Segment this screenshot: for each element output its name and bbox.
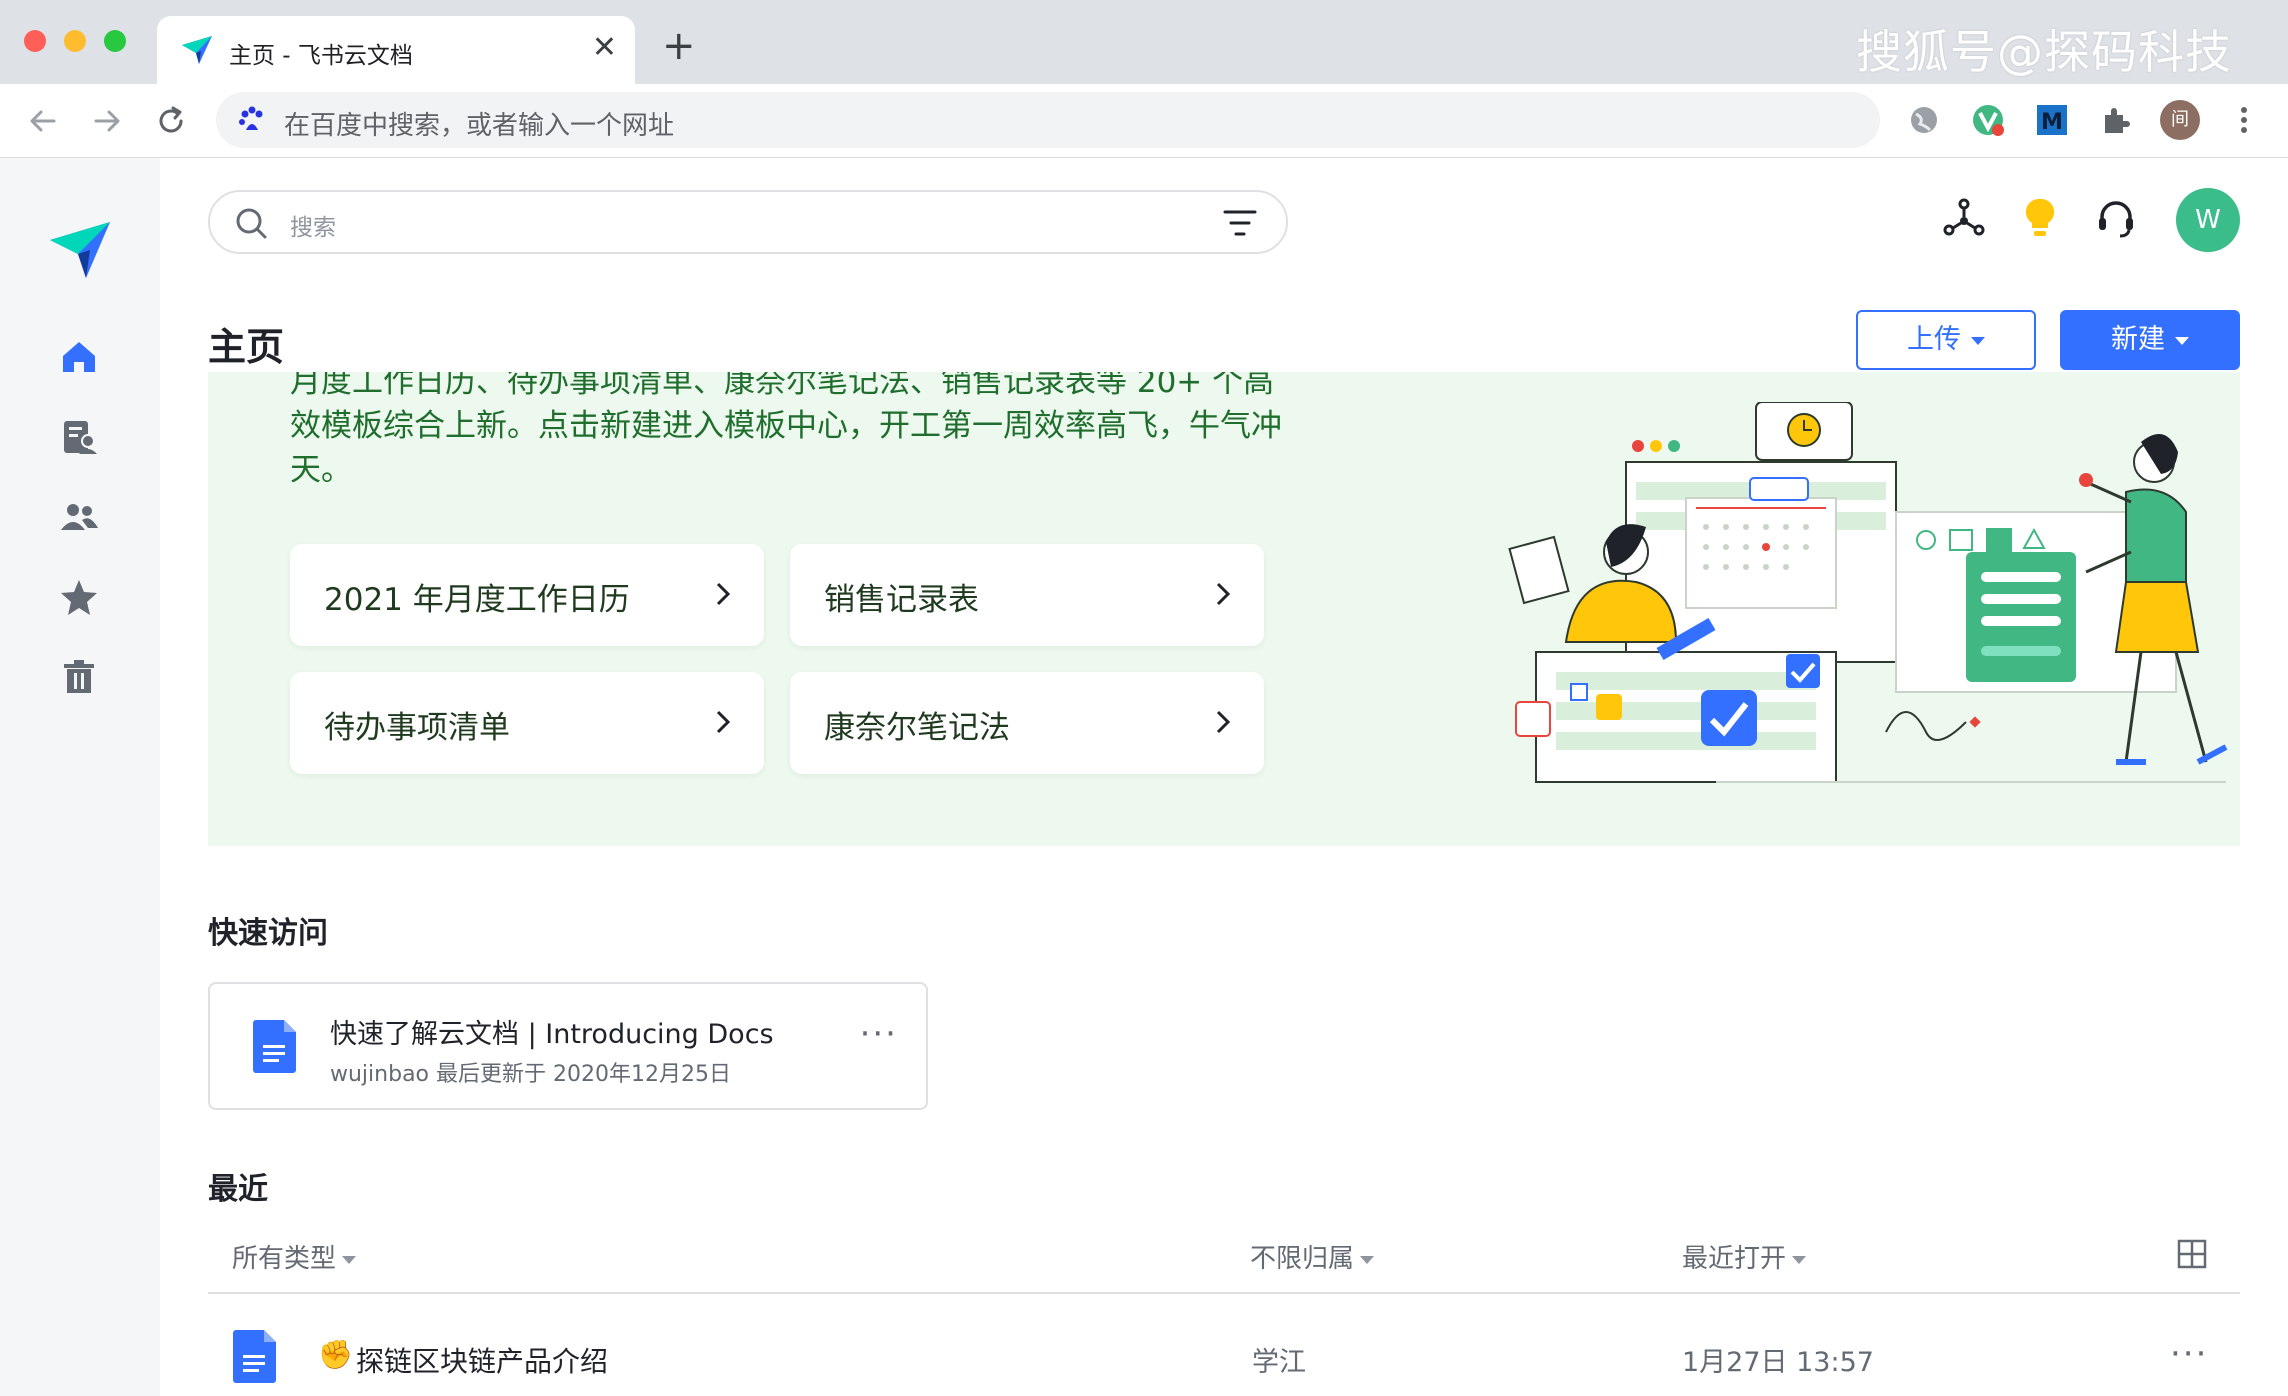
markdown-extension-icon[interactable]: M [2032, 100, 2072, 140]
shared-docs-icon[interactable] [58, 416, 100, 458]
recent-doc-name[interactable]: 探链区块链产品介绍 [356, 1340, 608, 1380]
profile-avatar[interactable]: 间 [2160, 100, 2200, 140]
chevron-right-icon [716, 582, 731, 606]
filter-type-dropdown[interactable]: 所有类型 [232, 1238, 357, 1275]
quick-access-title: 快速访问 [208, 916, 328, 951]
knowledge-graph-icon[interactable] [1940, 194, 1988, 242]
chevron-right-icon [1216, 582, 1231, 606]
home-icon[interactable] [58, 336, 100, 378]
new-dropdown-icon [2175, 336, 2189, 345]
template-card-todo[interactable]: 待办事项清单 [290, 672, 764, 774]
more-options-icon[interactable]: ··· [860, 1014, 898, 1054]
vue-devtools-extension-icon[interactable] [1968, 100, 2008, 140]
filter-type-label: 所有类型 [232, 1244, 337, 1274]
template-card-label: 销售记录表 [824, 582, 979, 618]
team-icon[interactable] [58, 496, 100, 538]
template-banner: 月度工作日历、待办事项清单、康奈尔笔记法、销售记录表等 20+ 个高效模板综合上… [208, 372, 2240, 846]
grid-view-icon[interactable] [2176, 1238, 2208, 1270]
reload-icon[interactable] [152, 102, 190, 140]
browser-menu-icon[interactable] [2224, 100, 2264, 140]
upload-button[interactable]: 上传 [1856, 310, 2036, 370]
sort-dropdown[interactable]: 最近打开 [1682, 1238, 1807, 1275]
chevron-down-icon [1792, 1255, 1807, 1264]
template-card-calendar[interactable]: 2021 年月度工作日历 [290, 544, 764, 646]
tab-close-icon[interactable]: ✕ [592, 30, 617, 65]
template-card-cornell[interactable]: 康奈尔笔记法 [790, 672, 1264, 774]
page-title: 主页 [208, 325, 285, 369]
new-tab-button[interactable]: + [662, 26, 696, 66]
feishu-logo-icon [182, 36, 212, 64]
quick-access-doc-title: 快速了解云文档 | Introducing Docs [330, 1019, 774, 1050]
tab-title: 主页 - 飞书云文档 [229, 43, 413, 69]
favorites-star-icon[interactable] [58, 576, 100, 618]
baidu-icon [239, 106, 263, 130]
chevron-right-icon [716, 710, 731, 734]
upload-button-label: 上传 [1907, 324, 1961, 355]
watermark: 搜狐号@探码科技 [1856, 25, 2232, 79]
doc-file-icon [253, 1020, 296, 1073]
help-headset-icon[interactable] [2092, 194, 2140, 242]
feishu-docs-logo-icon[interactable] [46, 216, 114, 284]
recent-doc-owner: 学江 [1252, 1347, 1306, 1378]
recent-title: 最近 [208, 1172, 268, 1207]
search-icon [236, 208, 267, 239]
quick-access-doc-meta: wujinbao 最后更新于 2020年12月25日 [330, 1062, 731, 1087]
browser-tab[interactable]: 主页 - 飞书云文档 ✕ [157, 16, 635, 84]
template-card-label: 2021 年月度工作日历 [324, 582, 630, 618]
window-close-button[interactable] [24, 30, 46, 52]
new-button[interactable]: 新建 [2060, 310, 2240, 370]
search-placeholder: 搜索 [290, 215, 336, 241]
new-button-label: 新建 [2111, 324, 2165, 355]
chevron-down-icon [342, 1255, 357, 1264]
filter-owner-label: 不限归属 [1250, 1244, 1355, 1274]
app-sidebar [0, 158, 160, 1396]
upload-dropdown-icon [1971, 336, 1985, 345]
filter-owner-dropdown[interactable]: 不限归属 [1250, 1238, 1375, 1275]
browser-tab-bar: 主页 - 飞书云文档 ✕ + 搜狐号@探码科技 [0, 0, 2288, 84]
template-card-sales[interactable]: 销售记录表 [790, 544, 1264, 646]
browser-toolbar: 在百度中搜索，或者输入一个网址 M 间 [0, 84, 2288, 158]
extensions-puzzle-icon[interactable] [2096, 100, 2136, 140]
list-header-divider [208, 1292, 2240, 1294]
lightbulb-icon[interactable] [2016, 194, 2064, 242]
window-zoom-button[interactable] [104, 30, 126, 52]
banner-illustration [1508, 402, 2228, 783]
user-avatar[interactable]: W [2176, 188, 2240, 252]
search-input[interactable]: 搜索 [208, 190, 1288, 254]
recent-doc-time: 1月27日 13:57 [1682, 1347, 1874, 1378]
quick-access-card[interactable]: 快速了解云文档 | Introducing Docs wujinbao 最后更新… [208, 982, 928, 1110]
template-card-label: 康奈尔笔记法 [824, 710, 1010, 746]
more-options-icon[interactable]: ··· [2170, 1334, 2208, 1374]
chevron-down-icon [1360, 1255, 1375, 1264]
sort-label: 最近打开 [1682, 1244, 1787, 1274]
doc-file-icon [233, 1330, 276, 1383]
forward-icon[interactable] [88, 102, 126, 140]
address-bar-placeholder: 在百度中搜索，或者输入一个网址 [284, 111, 675, 141]
fist-emoji-icon: ✊ [318, 1338, 353, 1371]
back-icon[interactable] [24, 102, 62, 140]
chevron-right-icon [1216, 710, 1231, 734]
trash-icon[interactable] [58, 656, 100, 698]
filter-icon[interactable] [1222, 208, 1258, 238]
window-minimize-button[interactable] [64, 30, 86, 52]
svg-text:M: M [2041, 110, 2063, 135]
banner-text: 月度工作日历、待办事项清单、康奈尔笔记法、销售记录表等 20+ 个高效模板综合上… [290, 372, 1282, 488]
globe-extension-icon[interactable] [1904, 100, 1944, 140]
template-card-label: 待办事项清单 [324, 710, 510, 746]
address-bar[interactable]: 在百度中搜索，或者输入一个网址 [216, 92, 1880, 148]
